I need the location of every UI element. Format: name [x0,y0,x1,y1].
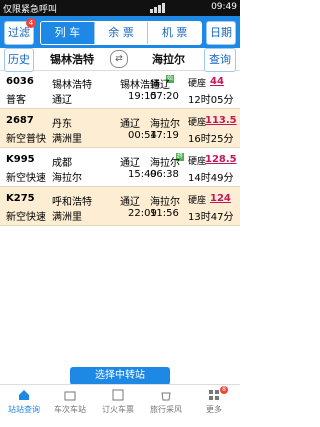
departure-station: 满洲里 [52,212,82,223]
briefcase-icon [63,388,77,402]
seat-type: 硬座 [188,157,207,167]
tab-remaining-tickets[interactable]: 余 票 [94,22,149,44]
swap-icon[interactable]: ⇄ [110,50,128,68]
seat-type: 硬座 [188,118,207,128]
duration: 12时05分 [188,95,234,106]
bottom-nav: 站站查询 车次车站 订火车票 旅行采风 更多 8 [0,384,240,427]
nav-station-query[interactable]: 站站查询 [4,388,44,415]
arrival-station: 海拉尔 [150,197,180,208]
status-bar: 仅限紧急呼叫 09:49 [0,0,240,16]
duration: 14时49分 [188,173,234,184]
train-type: 新空普快 [6,134,46,145]
grid-icon [207,388,221,402]
departure-origin: 锡林浩特 [52,80,92,91]
nav-label: 旅行采风 [150,405,182,414]
departure-station: 满洲里 [52,134,82,145]
nav-travel[interactable]: 旅行采风 [146,388,186,415]
tab-flight[interactable]: 机 票 [148,22,201,44]
train-type: 新空快速 [6,212,46,223]
train-row[interactable]: K995 新空快速 成都 海拉尔 通辽 终 15:49 海拉尔 06:38 硬座… [0,148,240,187]
home-icon [17,388,31,402]
mode-tabs: 列 车 余 票 机 票 [40,21,202,45]
nav-label: 站站查询 [8,405,40,414]
arrival-origin: 通辽 [120,158,140,169]
nav-badge: 8 [220,386,228,394]
arrival-station: 通辽 [150,80,170,91]
train-row[interactable]: 6036 普客 锡林浩特 通辽 锡林浩特 始 19:15 通辽 07:20 硬座… [0,70,240,109]
nav-label: 车次车站 [54,405,86,414]
train-number: K995 [6,154,35,165]
arrival-time: 06:38 [150,169,179,180]
nav-more[interactable]: 更多 8 [194,386,234,415]
arrival-time: 07:20 [150,91,179,102]
seat-count[interactable]: 124 [210,193,231,204]
departure-origin: 丹东 [52,119,72,130]
tab-train[interactable]: 列 车 [41,22,95,44]
train-list: 6036 普客 锡林浩特 通辽 锡林浩特 始 19:15 通辽 07:20 硬座… [0,70,240,226]
status-time: 09:49 [211,2,237,12]
departure-station: 通辽 [52,95,72,106]
arrival-origin: 通辽 [120,119,140,130]
filter-badge: 4 [26,18,36,28]
arrival-station: 海拉尔 [150,158,180,169]
query-button[interactable]: 查询 [204,48,236,72]
seat-count[interactable]: 44 [210,76,224,87]
status-left-text: 仅限紧急呼叫 [3,5,58,15]
nav-train-station[interactable]: 车次车站 [50,388,90,415]
to-station[interactable]: 海拉尔 [152,51,185,67]
train-row[interactable]: K275 新空快速 呼和浩特 满洲里 通辽 22:09 海拉尔 11:56 硬座… [0,187,240,226]
seat-count[interactable]: 128.5 [205,154,237,165]
departure-station: 海拉尔 [52,173,82,184]
seat-count[interactable]: 113.5 [205,115,237,126]
nav-label: 订火车票 [102,405,134,414]
train-row[interactable]: 2687 新空普快 丹东 满洲里 通辽 00:54 海拉尔 17:19 硬座 1… [0,109,240,148]
arrival-origin: 通辽 [120,197,140,208]
departure-origin: 呼和浩特 [52,197,92,208]
ticket-icon [111,388,125,402]
date-button[interactable]: 日期 [206,21,236,45]
departure-origin: 成都 [52,158,72,169]
nav-book-ticket[interactable]: 订火车票 [98,388,138,415]
history-button[interactable]: 历史 [4,48,34,72]
train-number: K275 [6,193,35,204]
train-number: 2687 [6,115,34,126]
status-icons [150,3,220,13]
seat-type: 硬座 [188,196,207,206]
from-station[interactable]: 锡林浩特 [50,51,94,67]
arrival-station: 海拉尔 [150,119,180,130]
seat-type: 硬座 [188,79,207,89]
duration: 16时25分 [188,134,234,145]
arrival-time: 17:19 [150,130,179,141]
select-transfer-button[interactable]: 选择中转站 [70,367,170,385]
nav-label: 更多 [206,405,222,414]
arrival-time: 11:56 [150,208,179,219]
train-number: 6036 [6,76,34,87]
station-bar: 历史 锡林浩特 ⇄ 海拉尔 查询 [0,48,240,72]
bag-icon [159,388,173,402]
train-type: 普客 [6,95,26,106]
duration: 13时47分 [188,212,234,223]
train-type: 新空快速 [6,173,46,184]
